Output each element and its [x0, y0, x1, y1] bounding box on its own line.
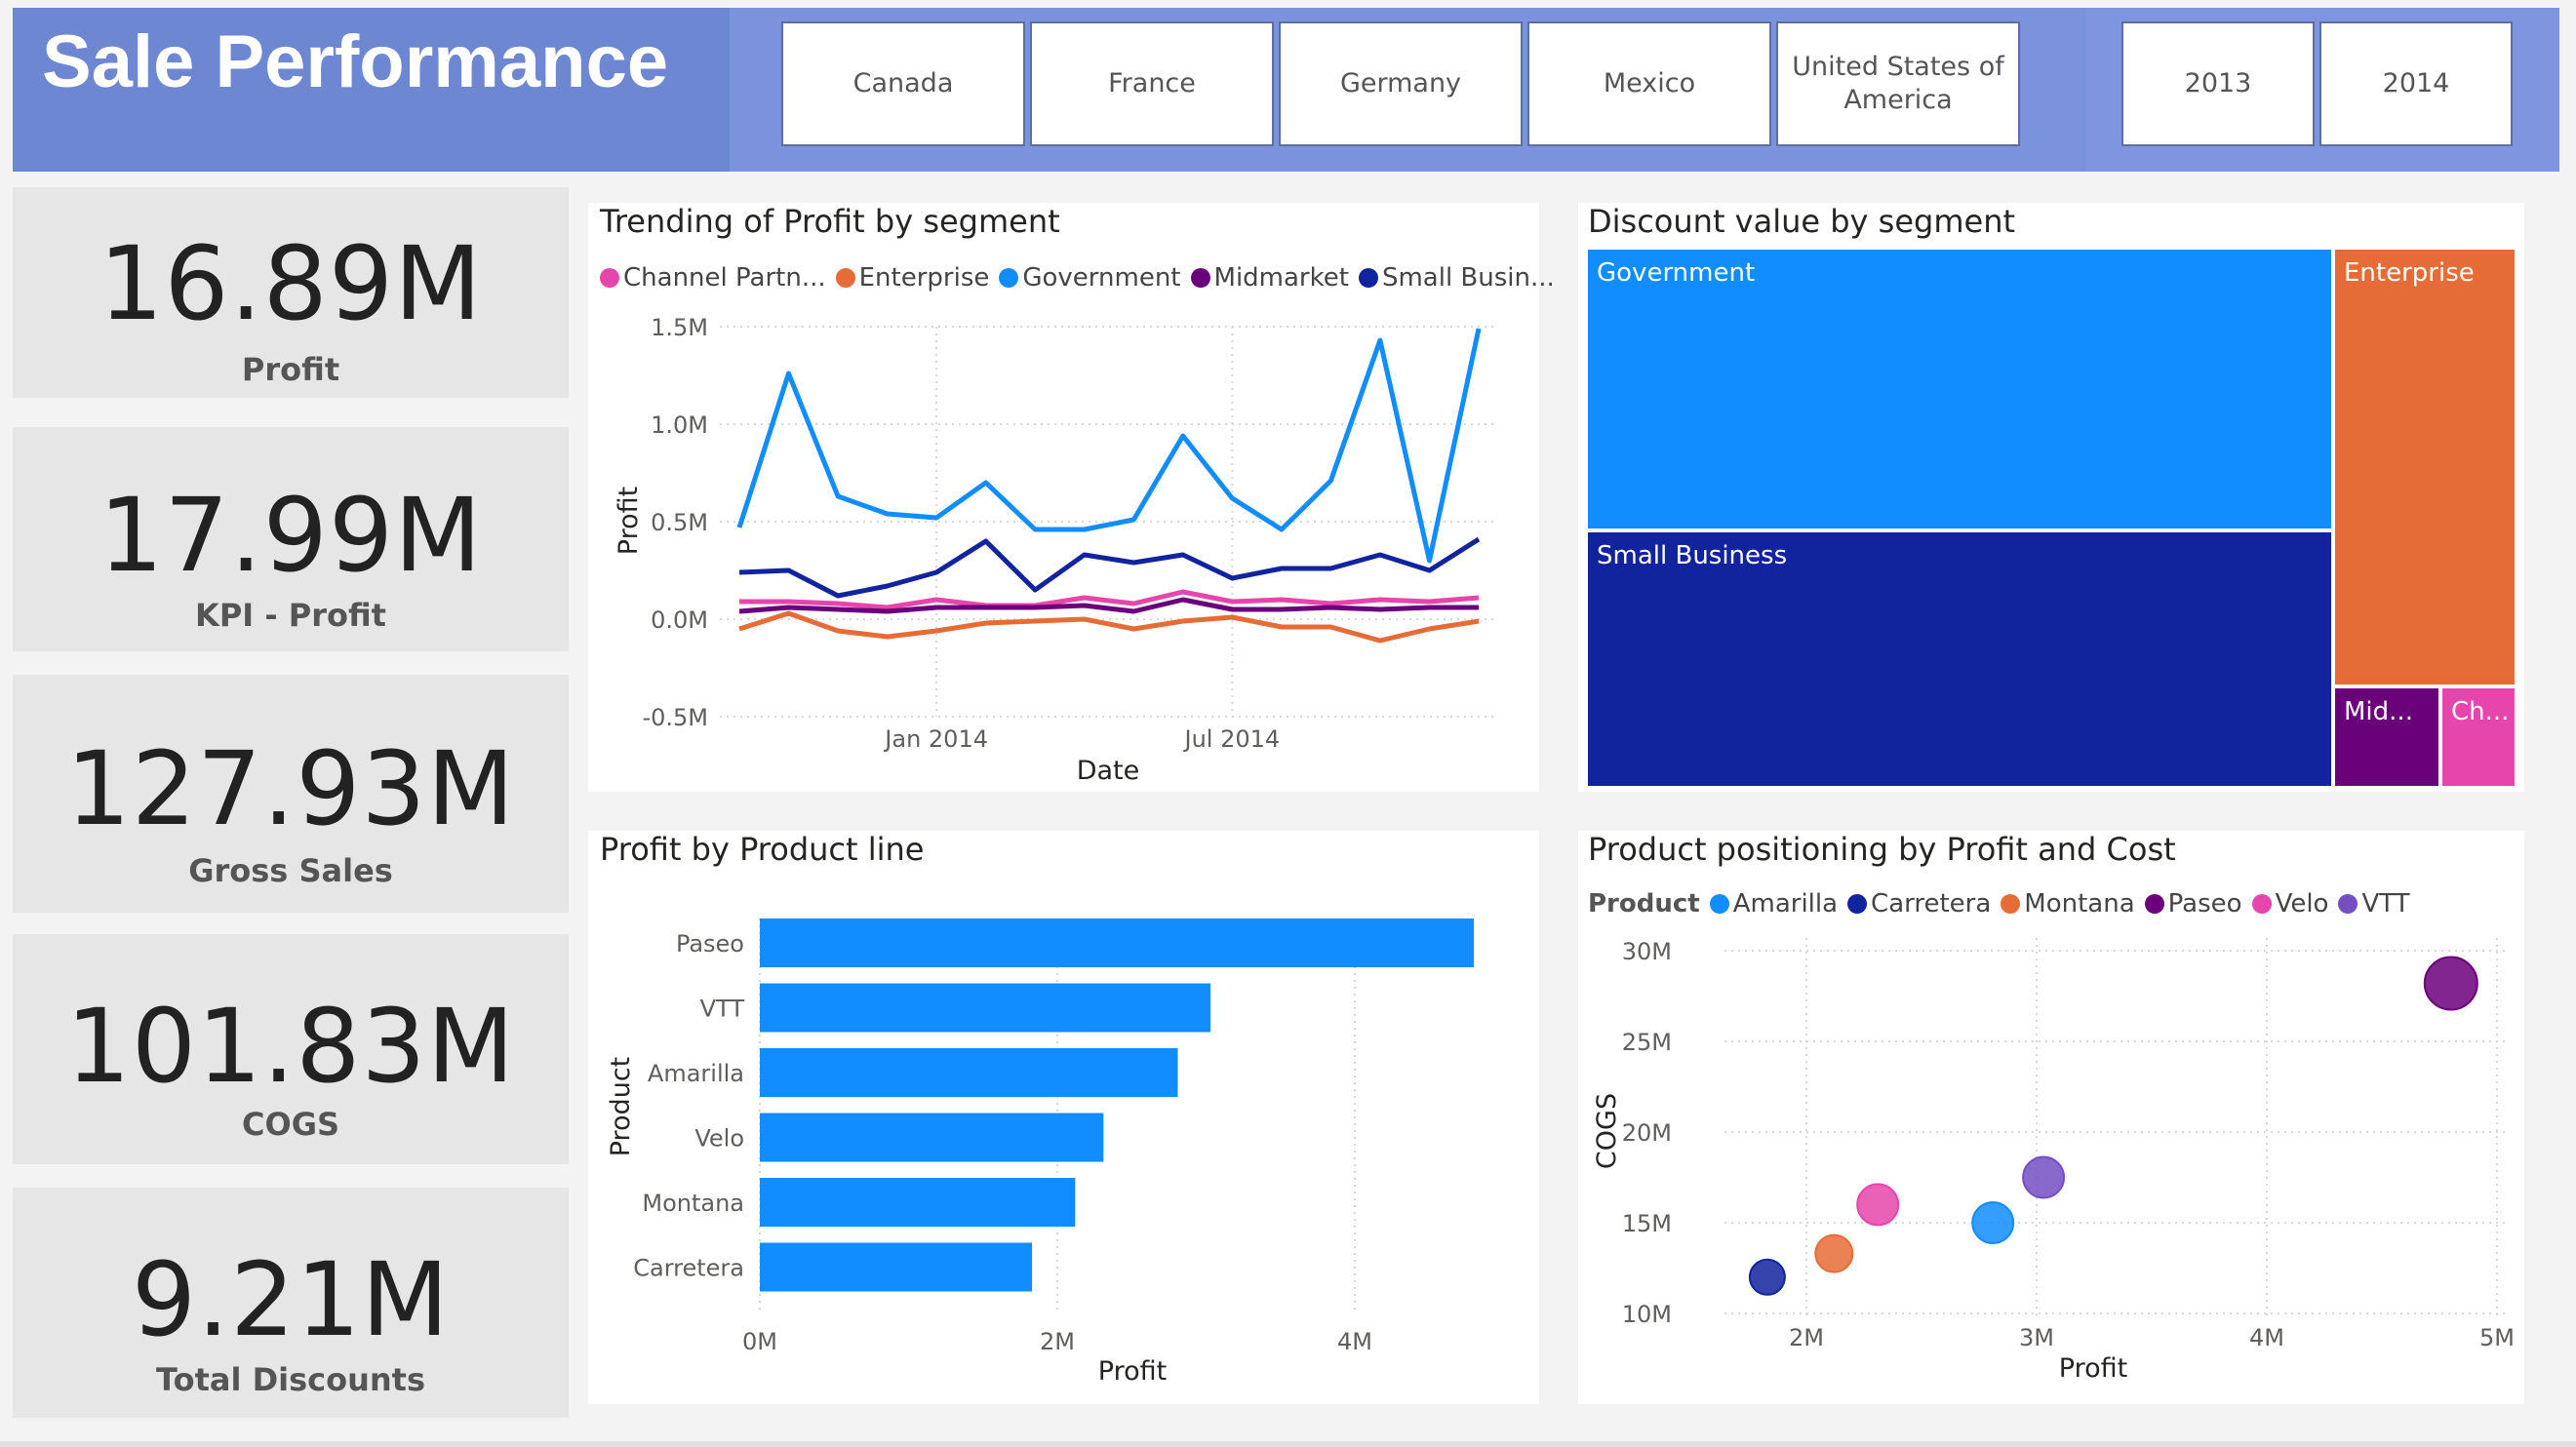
kpi-label: KPI - Profit [195, 597, 386, 634]
scatter-point-amarilla [1971, 1201, 2015, 1244]
x-tick-label: Jul 2014 [1182, 725, 1280, 753]
scatter-svg: 30M 25M 20M 15M 10M 2M 3M 4M 5M Profit COGS [1592, 938, 2515, 1384]
series-line-enterprise [738, 610, 1480, 644]
kpi-value: 127.93M [65, 729, 516, 848]
bar-paseo [760, 919, 1474, 967]
y-tick-label: -0.5M [642, 704, 708, 731]
footer-divider [0, 1441, 2576, 1447]
country-slicer-france[interactable]: France [1030, 21, 1274, 146]
line-chart-svg: 1.5M 1.0M 0.5M 0.0M -0.5M Jan 2014 Jul 2014 Dat… [614, 314, 1495, 786]
line-chart-panel[interactable]: Trending of Profit by segment Channel Pa… [588, 203, 1555, 792]
treemap-title: Discount value by segment [1588, 203, 2016, 240]
treemap-enterprise[interactable]: Enterprise [2335, 250, 2515, 684]
kpi-label: Profit [241, 351, 340, 388]
scatter-point-vtt [2022, 1155, 2066, 1199]
kpi-card-total-discounts: 9.21M Total Discounts [13, 1188, 569, 1418]
x-tick-label: 3M [2019, 1324, 2054, 1351]
y-tick-label: 20M [1622, 1119, 1672, 1147]
y-tick-label: 1.5M [651, 314, 708, 341]
treemap-label: Government [1597, 258, 1756, 288]
title-block: Sale Performance [13, 8, 730, 172]
bar-chart-panel[interactable]: Profit by Product line 0M 2M 4M Paseo VTT Ama… [588, 831, 1539, 1404]
kpi-card-profit: 16.89M Profit [13, 187, 569, 398]
bar-carretera [760, 1242, 1033, 1292]
bar-chart-svg: 0M 2M 4M Paseo VTT Amarilla Velo Montana Carrete… [606, 919, 1474, 1387]
y-tick-label: 30M [1622, 938, 1672, 965]
x-tick-label: Jan 2014 [883, 725, 988, 753]
scatter-point-montana [1814, 1233, 1854, 1273]
scatter-point-velo [1856, 1183, 1900, 1227]
kpi-card-gross-sales: 127.93M Gross Sales [13, 675, 569, 913]
y-tick-label: 0.5M [651, 509, 708, 536]
kpi-label: Total Discounts [156, 1361, 425, 1398]
kpi-card-cogs: 101.83M COGS [13, 934, 569, 1164]
y-axis-title: COGS [1592, 1093, 1622, 1169]
series-line-small_business [738, 536, 1481, 599]
x-tick-label: 2M [1789, 1324, 1824, 1351]
x-axis-title: Profit [2059, 1353, 2127, 1384]
y-tick-label: 0.0M [651, 606, 708, 634]
year-slicer-2013[interactable]: 2013 [2121, 21, 2315, 146]
kpi-label: COGS [242, 1106, 339, 1143]
country-slicer-usa[interactable]: United States of America [1776, 21, 2020, 146]
country-slicer-canada[interactable]: Canada [781, 21, 1025, 146]
scatter-point-carretera [1748, 1258, 1786, 1296]
kpi-value: 16.89M [99, 224, 483, 343]
y-tick-label: Velo [694, 1125, 744, 1153]
x-axis-title: Date [1077, 756, 1140, 786]
treemap-panel[interactable]: Discount value by segment Government Smal… [1578, 203, 2524, 792]
y-tick-label: Montana [642, 1190, 744, 1217]
country-slicer-germany[interactable]: Germany [1279, 21, 1523, 146]
page-title: Sale Performance [42, 20, 669, 103]
x-tick-label: 2M [1040, 1328, 1075, 1355]
bar-amarilla [760, 1048, 1178, 1097]
bar-montana [760, 1178, 1076, 1227]
treemap-label: Mid... [2344, 697, 2413, 726]
bar-vtt [760, 983, 1211, 1033]
y-axis-title: Product [606, 1057, 636, 1157]
y-axis-title: Profit [614, 487, 644, 555]
kpi-value: 101.83M [65, 987, 516, 1106]
kpi-value: 17.99M [99, 476, 483, 595]
x-tick-label: 0M [742, 1328, 777, 1355]
y-tick-label: VTT [700, 996, 745, 1023]
scatter-panel[interactable]: Product positioning by Profit and Cost P… [1578, 831, 2524, 1404]
treemap-label: Enterprise [2344, 258, 2475, 288]
x-tick-label: 4M [2249, 1324, 2284, 1351]
y-tick-label: Carretera [633, 1255, 744, 1282]
kpi-value: 9.21M [131, 1240, 451, 1359]
x-tick-label: 4M [1337, 1328, 1372, 1355]
y-tick-label: 10M [1622, 1301, 1672, 1328]
treemap-label: Small Business [1597, 541, 1788, 570]
treemap-midmarket[interactable]: Mid... [2335, 688, 2438, 786]
treemap-government[interactable]: Government [1588, 250, 2331, 528]
treemap-channel-partners[interactable]: Ch... [2442, 688, 2515, 786]
y-tick-label: 25M [1622, 1029, 1672, 1056]
x-tick-label: 5M [2479, 1324, 2515, 1351]
year-slicer-2014[interactable]: 2014 [2319, 21, 2513, 146]
x-axis-title: Profit [1098, 1356, 1167, 1387]
country-slicer-mexico[interactable]: Mexico [1527, 21, 1771, 146]
bar-velo [760, 1113, 1104, 1162]
treemap-small-business[interactable]: Small Business [1588, 532, 2331, 786]
kpi-label: Gross Sales [188, 852, 393, 889]
treemap-label: Ch... [2451, 697, 2510, 726]
y-tick-label: Paseo [676, 930, 744, 958]
series-line-government [736, 328, 1482, 564]
y-tick-label: Amarilla [648, 1060, 744, 1087]
treemap-area: Government Small Business Enterprise Mid...… [1588, 250, 2515, 786]
y-tick-label: 1.0M [651, 411, 708, 439]
scatter-point-paseo [2423, 956, 2478, 1011]
y-tick-label: 15M [1622, 1210, 1672, 1237]
kpi-card-kpi-profit: 17.99M KPI - Profit [13, 427, 569, 651]
